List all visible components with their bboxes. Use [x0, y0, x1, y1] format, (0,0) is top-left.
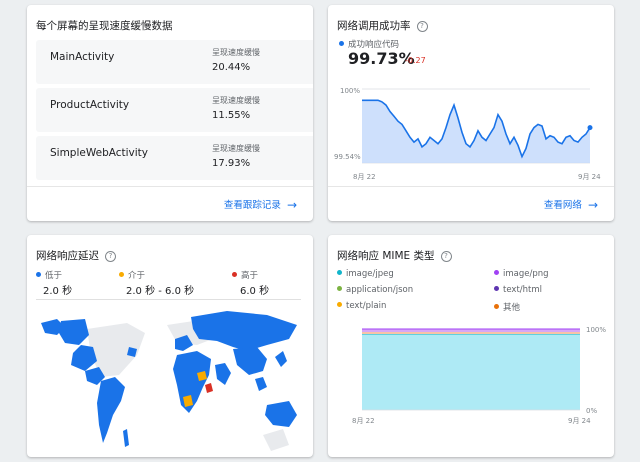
legend-dot — [337, 270, 342, 275]
slow-render-value: 11.55% — [212, 110, 251, 121]
legend-dot — [337, 302, 342, 307]
legend-label: application/json — [346, 285, 414, 295]
latency-legend-item: 高于 — [232, 269, 258, 281]
y-tick-label: 100% — [586, 326, 606, 334]
legend-dot — [337, 286, 342, 291]
mime-card: 网络响应 MIME 类型? image/jpeg image/png appli… — [328, 235, 614, 457]
legend-label: text/plain — [346, 301, 387, 311]
success-area — [362, 100, 590, 163]
screen-row[interactable]: MainActivity 呈现速度缓慢 20.44% — [36, 40, 313, 84]
mime-chart: 100% 0% 8月 22 9月 24 — [352, 326, 606, 425]
latency-legend-value: 2.0 秒 - 6.0 秒 — [126, 286, 195, 297]
success-rate-title-text: 网络调用成功率 — [337, 20, 411, 32]
success-rate-card: 网络调用成功率? 成功响应代码 99.73% -0.27 100% 99.54%… — [328, 5, 614, 221]
legend-dot — [119, 272, 124, 277]
screen-name: MainActivity — [50, 51, 115, 63]
legend-dot — [232, 272, 237, 277]
legend-label: 介于 — [128, 271, 146, 281]
legend-dot — [494, 270, 499, 275]
screen-row[interactable]: ProductActivity 呈现速度缓慢 11.55% — [36, 88, 313, 132]
view-traces-link[interactable]: 查看跟踪记录 → — [224, 197, 297, 212]
mime-title: 网络响应 MIME 类型? — [337, 248, 452, 263]
legend-label: 高于 — [241, 271, 259, 281]
legend-label: text/html — [503, 285, 543, 295]
legend-dot — [494, 304, 499, 309]
y-tick-label: 99.54% — [334, 153, 361, 161]
slow-render-value: 20.44% — [212, 62, 251, 73]
slow-render-label: 呈现速度缓慢 — [212, 48, 260, 57]
mime-title-text: 网络响应 MIME 类型 — [337, 250, 435, 262]
latency-card: 网络响应延迟? 低于 2.0 秒 介于 2.0 秒 - 6.0 秒 高于 6.0… — [27, 235, 313, 457]
help-icon[interactable]: ? — [440, 251, 452, 262]
mime-legend-item: image/png — [494, 269, 549, 279]
card-footer: 查看网络 → — [328, 186, 614, 221]
slow-render-label: 呈现速度缓慢 — [212, 144, 260, 153]
y-tick-label: 100% — [340, 87, 360, 95]
help-icon[interactable]: ? — [416, 21, 428, 32]
x-tick-label: 8月 22 — [353, 173, 376, 181]
legend-label: 低于 — [45, 271, 63, 281]
latency-legend-value: 2.0 秒 — [43, 286, 73, 297]
map-region-high-latency — [205, 383, 213, 393]
x-tick-label: 9月 24 — [568, 417, 591, 425]
slow-render-card: 每个屏幕的呈现速度缓慢数据 MainActivity 呈现速度缓慢 20.44%… — [27, 5, 313, 221]
latency-legend-value: 6.0 秒 — [240, 286, 270, 297]
view-network-link[interactable]: 查看网络 → — [544, 197, 598, 212]
legend-dot — [494, 286, 499, 291]
mime-legend-item: image/jpeg — [337, 269, 394, 279]
legend-dot — [36, 272, 41, 277]
legend-label: image/png — [503, 269, 549, 279]
mime-legend-item: text/html — [494, 285, 542, 295]
success-rate-delta: -0.27 — [405, 56, 426, 65]
arrow-right-icon: → — [587, 198, 598, 212]
view-network-label: 查看网络 — [543, 200, 582, 211]
slow-render-value: 17.93% — [212, 158, 251, 169]
card-footer: 查看跟踪记录 → — [27, 186, 313, 221]
mime-legend-item: application/json — [337, 285, 413, 295]
legend-label: image/jpeg — [346, 269, 394, 279]
arrow-right-icon: → — [286, 198, 297, 212]
legend-dot — [339, 41, 344, 46]
legend-label: 其他 — [503, 303, 521, 313]
screen-row[interactable]: SimpleWebActivity 呈现速度缓慢 17.93% — [36, 136, 313, 180]
x-tick-label: 9月 24 — [578, 173, 601, 181]
latency-title: 网络响应延迟? — [36, 248, 116, 263]
mime-legend-item: 其他 — [494, 301, 520, 313]
screen-name: SimpleWebActivity — [50, 147, 149, 159]
mime-area-other — [362, 332, 580, 334]
mime-legend-item: text/plain — [337, 301, 386, 311]
help-icon[interactable]: ? — [105, 251, 116, 262]
world-latency-map[interactable] — [27, 305, 313, 455]
success-rate-chart: 100% 99.54% 8月 22 9月 24 — [334, 87, 601, 181]
screen-name: ProductActivity — [50, 99, 130, 111]
latency-title-text: 网络响应延迟 — [36, 250, 99, 262]
slow-render-title: 每个屏幕的呈现速度缓慢数据 — [36, 20, 173, 32]
slow-render-label: 呈现速度缓慢 — [212, 96, 260, 105]
success-rate-title: 网络调用成功率? — [337, 18, 428, 33]
mime-area-jpeg — [362, 334, 580, 410]
legend-divider — [36, 299, 301, 300]
y-tick-label: 0% — [586, 407, 597, 415]
latency-legend-item: 介于 — [119, 269, 145, 281]
map-region-low-latency — [41, 311, 297, 447]
success-end-point — [587, 125, 593, 131]
latency-legend-item: 低于 — [36, 269, 62, 281]
view-traces-label: 查看跟踪记录 — [223, 200, 281, 211]
x-tick-label: 8月 22 — [352, 417, 375, 425]
